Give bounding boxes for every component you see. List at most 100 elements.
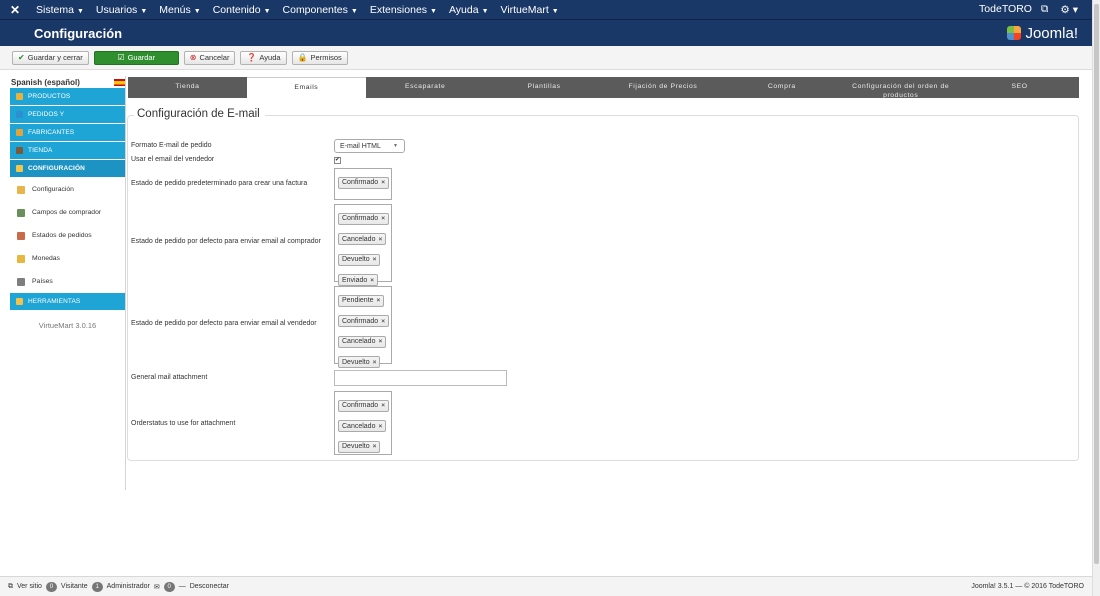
- invoice-status-multiselect[interactable]: Confirmado ×: [334, 168, 392, 200]
- email-format-select[interactable]: E-mail HTML ▼: [334, 139, 405, 153]
- logout-link[interactable]: Desconectar: [190, 583, 229, 590]
- attach-status-multiselect[interactable]: Confirmado × Cancelado × Devuelto ×: [334, 391, 392, 455]
- attachment-input[interactable]: [334, 370, 507, 386]
- user-link[interactable]: TodeTORO ⧉: [967, 3, 1054, 16]
- cancel-icon: ⊗: [189, 53, 197, 62]
- sidebar-sections: PRODUCTOS PEDIDOS Y FABRICANTES TIENDA CONFI…: [10, 88, 125, 178]
- section-icon: [16, 93, 23, 100]
- gear-icon[interactable]: ⚙ ▾: [1054, 4, 1084, 16]
- cancel-button[interactable]: ⊗ Cancelar: [183, 50, 236, 65]
- attach-status-label: Orderstatus to use for attachment: [131, 420, 236, 427]
- tab-5[interactable]: Compra: [722, 77, 841, 98]
- help-button[interactable]: ❓ Ayuda: [240, 50, 287, 65]
- tab-4[interactable]: Fijación de Precios: [604, 77, 723, 98]
- item-icon: [17, 254, 25, 263]
- menu-componentes[interactable]: Componentes ▼: [277, 4, 364, 16]
- menu-usuarios[interactable]: Usuarios ▼: [90, 4, 153, 16]
- lock-icon: 🔒: [297, 53, 308, 62]
- chevron-down-icon: ▼: [551, 7, 559, 15]
- status-chip: Cancelado ×: [338, 335, 387, 348]
- sidebar-item-2[interactable]: Estados de pedidos: [10, 224, 125, 247]
- tab-1[interactable]: Emails: [246, 77, 366, 98]
- sidebar-item-3[interactable]: Monedas: [10, 247, 125, 270]
- email-format-label: Formato E-mail de pedido: [131, 142, 212, 149]
- remove-chip-icon[interactable]: ×: [373, 443, 377, 450]
- status-chip: Confirmado ×: [338, 315, 389, 327]
- topbar-right: TodeTORO ⧉ ⚙ ▾: [967, 3, 1092, 16]
- tab-0[interactable]: Tienda: [128, 77, 247, 98]
- menu-ayuda[interactable]: Ayuda ▼: [443, 4, 495, 16]
- sidebar-section-4[interactable]: CONFIGURACIÓN: [10, 160, 125, 178]
- chevron-down-icon: ▼: [193, 7, 201, 15]
- item-icon: [17, 277, 25, 286]
- view-site-link[interactable]: Ver sitio: [17, 583, 42, 590]
- buyer-email-multiselect[interactable]: Confirmado × Cancelado × Devuelto × Enviado ×: [334, 204, 392, 286]
- menu-men-s[interactable]: Menús ▼: [153, 4, 206, 16]
- remove-chip-icon[interactable]: ×: [373, 256, 377, 263]
- language-selector[interactable]: Spanish (español): [10, 76, 125, 88]
- page-title: Configuración: [34, 25, 123, 41]
- toolbar: ✔ Guardar y cerrar ☑ Guardar ⊗ Cancelar ❓ Ay…: [0, 46, 1092, 70]
- section-icon: [16, 129, 23, 136]
- remove-chip-icon[interactable]: ×: [381, 179, 385, 186]
- email-config-fieldset: [127, 115, 1079, 461]
- joomla-icon[interactable]: ✕: [0, 3, 30, 17]
- tab-7[interactable]: SEO: [960, 77, 1079, 98]
- sidebar-item-4[interactable]: Países: [10, 270, 125, 293]
- remove-chip-icon[interactable]: ×: [378, 423, 382, 430]
- mail-icon[interactable]: ✉: [154, 583, 160, 591]
- menu-extensiones[interactable]: Extensiones ▼: [364, 4, 443, 16]
- status-chip: Enviado ×: [338, 274, 379, 286]
- vendor-email-label: Estado de pedido por defecto para enviar…: [131, 320, 317, 327]
- status-chip: Confirmado ×: [338, 176, 389, 189]
- remove-chip-icon[interactable]: ×: [381, 215, 385, 222]
- tab-2[interactable]: Escaparate: [366, 77, 485, 98]
- save-button[interactable]: ☑ Guardar: [93, 50, 179, 65]
- status-chip: Devuelto ×: [338, 440, 381, 453]
- visitors-count: 0: [45, 581, 57, 592]
- visitors-label: Visitante: [60, 583, 88, 590]
- menu-virtuemart[interactable]: VirtueMart ▼: [495, 4, 565, 16]
- status-chip: Cancelado ×: [338, 233, 387, 245]
- vendor-email-multiselect[interactable]: Pendiente × Confirmado × Cancelado × Devuelto ×: [334, 286, 392, 368]
- copyright: Joomla! 3.5.1 — © 2016 TodeTORO: [971, 583, 1084, 590]
- menu-contenido[interactable]: Contenido ▼: [207, 4, 277, 16]
- permissions-button[interactable]: 🔒 Permisos: [291, 50, 348, 65]
- page-header: Configuración Joomla!: [0, 20, 1092, 46]
- item-icon: [17, 208, 25, 217]
- scrollbar-thumb[interactable]: [1094, 4, 1099, 564]
- edit-icon: ☑: [117, 53, 125, 62]
- remove-chip-icon[interactable]: ×: [373, 359, 377, 366]
- status-chip: Pendiente ×: [338, 294, 385, 307]
- page-scrollbar[interactable]: [1092, 0, 1100, 596]
- remove-chip-icon[interactable]: ×: [381, 318, 385, 325]
- menu-sistema[interactable]: Sistema ▼: [30, 4, 90, 16]
- remove-chip-icon[interactable]: ×: [381, 402, 385, 409]
- sidebar-item-1[interactable]: Campos de comprador: [10, 201, 125, 224]
- remove-chip-icon[interactable]: ×: [378, 338, 382, 345]
- tools-icon: [16, 298, 23, 305]
- joomla-logo-text: Joomla!: [1025, 24, 1078, 42]
- sidebar-section-tools[interactable]: HERRAMIENTAS: [10, 293, 125, 311]
- use-vendor-email-checkbox[interactable]: ✔: [334, 157, 341, 164]
- remove-chip-icon[interactable]: ×: [378, 236, 382, 243]
- external-link-icon: ⧉: [8, 582, 13, 590]
- sidebar-item-0[interactable]: Configuración: [10, 178, 125, 201]
- sidebar-section-3[interactable]: TIENDA: [10, 142, 125, 160]
- check-icon: ✔: [18, 53, 25, 62]
- invoice-status-label: Estado de pedido predeterminado para cre…: [131, 180, 308, 187]
- remove-chip-icon[interactable]: ×: [370, 277, 374, 284]
- sidebar-section-0[interactable]: PRODUCTOS: [10, 88, 125, 106]
- status-chip: Confirmado ×: [338, 399, 389, 412]
- top-menu: Sistema ▼ Usuarios ▼ Menús ▼ Contenido ▼ Compone…: [30, 4, 565, 16]
- sidebar: Spanish (español) PRODUCTOS PEDIDOS Y FABR…: [10, 76, 126, 490]
- save-close-button[interactable]: ✔ Guardar y cerrar: [12, 50, 89, 65]
- status-chip: Devuelto ×: [338, 253, 381, 266]
- sidebar-section-2[interactable]: FABRICANTES: [10, 124, 125, 142]
- status-bar: ⧉ Ver sitio 0 Visitante 1 Administrador …: [0, 576, 1092, 596]
- admins-count: 1: [91, 581, 103, 592]
- sidebar-section-1[interactable]: PEDIDOS Y: [10, 106, 125, 124]
- remove-chip-icon[interactable]: ×: [377, 297, 381, 304]
- tab-6[interactable]: Configuración del orden de productos: [841, 77, 960, 99]
- tab-3[interactable]: Plantillas: [485, 77, 604, 98]
